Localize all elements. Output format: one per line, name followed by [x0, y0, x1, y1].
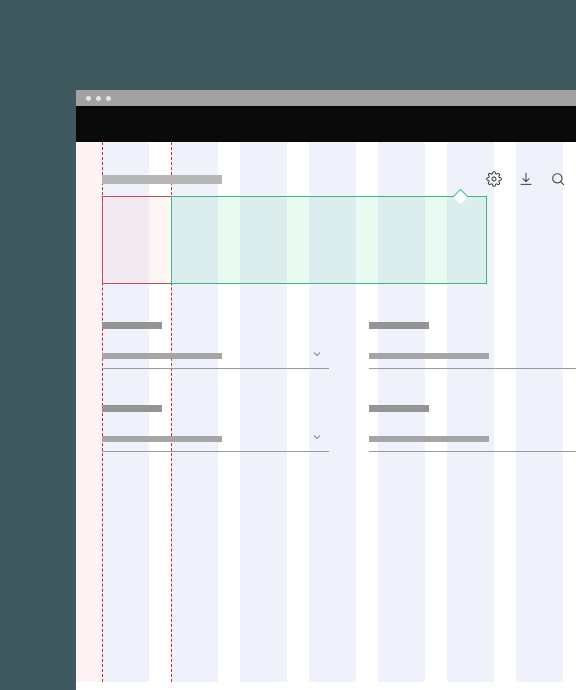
select-input[interactable] [102, 426, 329, 452]
field-value [369, 353, 489, 359]
app-content [76, 142, 576, 682]
form-field [102, 405, 329, 452]
form-field [102, 322, 329, 369]
window-titlebar [76, 90, 576, 106]
form-field [369, 405, 576, 452]
app-topbar [76, 106, 576, 142]
field-label [369, 322, 429, 329]
field-label [369, 405, 429, 412]
safe-content-region [171, 196, 487, 284]
page-header [76, 168, 576, 190]
app-window [76, 90, 576, 690]
form-field [369, 322, 576, 369]
text-input[interactable] [369, 343, 576, 369]
window-dot [96, 96, 101, 101]
header-actions [486, 168, 566, 190]
chevron-down-icon [311, 430, 323, 448]
form-grid [102, 322, 576, 452]
field-value [369, 436, 489, 442]
download-icon[interactable] [518, 171, 534, 187]
gear-icon[interactable] [486, 171, 502, 187]
field-value [102, 353, 222, 359]
search-icon[interactable] [550, 171, 566, 187]
text-input[interactable] [369, 426, 576, 452]
window-dot [106, 96, 111, 101]
overlap-region [102, 196, 171, 284]
chevron-down-icon [311, 347, 323, 365]
field-label [102, 322, 162, 329]
field-label [102, 405, 162, 412]
select-input[interactable] [102, 343, 329, 369]
page-title [102, 175, 222, 184]
field-value [102, 436, 222, 442]
window-dot [86, 96, 91, 101]
